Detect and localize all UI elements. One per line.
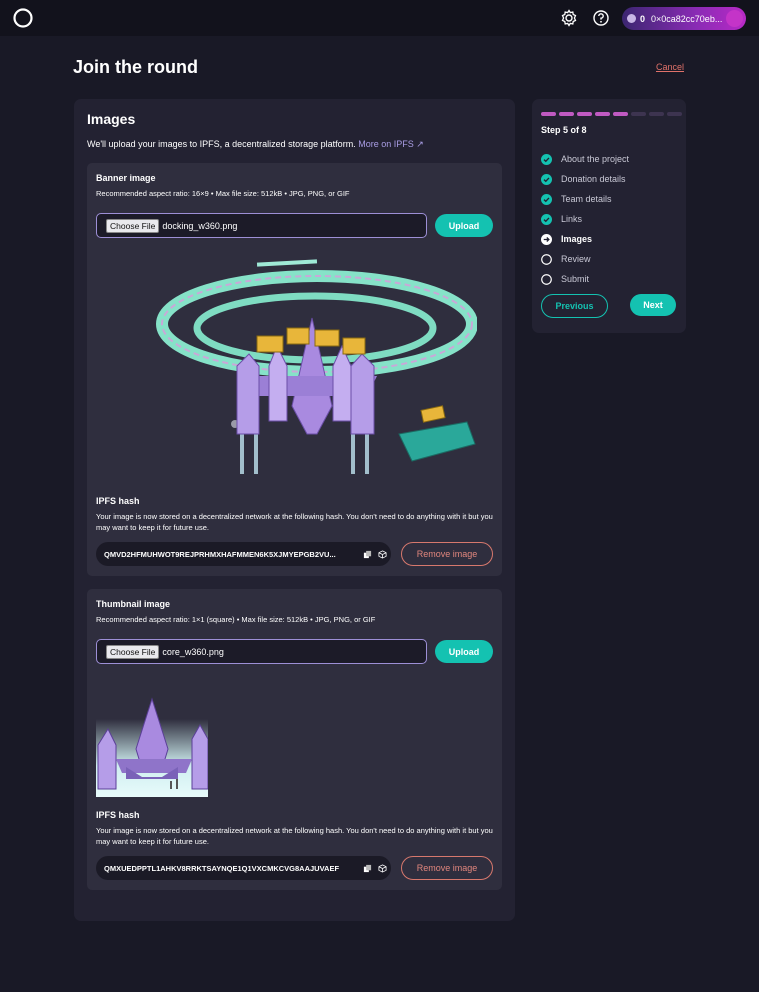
banner-title: Banner image bbox=[96, 173, 156, 183]
step-label: About the project bbox=[561, 154, 630, 164]
banner-choose-file-button[interactable]: Choose File bbox=[106, 218, 160, 233]
copy-icon[interactable] bbox=[363, 864, 372, 873]
banner-image-card: Banner image Recommended aspect ratio: 1… bbox=[87, 163, 502, 576]
progress-bar bbox=[541, 112, 682, 116]
wallet-button[interactable]: 0 0×0ca82cc70eb... bbox=[622, 7, 746, 30]
step-list: About the project Donation details Team de… bbox=[541, 149, 629, 289]
thumbnail-hash-value: QMXUEDPPTL1AHKV8RRKTSAYNQE1Q1VXCMKCVG8AA… bbox=[104, 863, 340, 873]
progress-segment bbox=[631, 112, 646, 116]
step-item: Donation details bbox=[541, 169, 629, 189]
step-item: Images bbox=[541, 229, 629, 249]
more-on-ipfs-link[interactable]: More on IPFS ↗ bbox=[358, 139, 424, 149]
step-counter: Step 5 of 8 bbox=[541, 125, 587, 135]
progress-segment bbox=[541, 112, 556, 116]
banner-file-name: docking_w360.png bbox=[162, 220, 238, 231]
cancel-link[interactable]: Cancel bbox=[656, 62, 684, 72]
step-label: Donation details bbox=[561, 174, 626, 184]
banner-remove-image-button[interactable]: Remove image bbox=[401, 542, 493, 566]
progress-segment bbox=[649, 112, 664, 116]
avatar bbox=[726, 10, 743, 27]
section-title: Images bbox=[87, 111, 136, 127]
help-icon[interactable] bbox=[592, 9, 610, 27]
logo-icon[interactable] bbox=[13, 8, 33, 28]
step-item: About the project bbox=[541, 149, 629, 169]
step-item: Submit bbox=[541, 269, 629, 289]
section-description-text: We'll upload your images to IPFS, a dece… bbox=[87, 139, 356, 149]
progress-segment bbox=[577, 112, 592, 116]
thumbnail-title: Thumbnail image bbox=[96, 599, 171, 609]
banner-hash-value: QMVD2HFMUHWOT9REJPRHMXHAFMMEN6K5XJMYEPGB… bbox=[104, 549, 336, 559]
check-circle-icon bbox=[541, 213, 552, 225]
thumbnail-ipfs-label: IPFS hash bbox=[96, 810, 140, 820]
progress-segment bbox=[595, 112, 610, 116]
thumbnail-choose-file-button[interactable]: Choose File bbox=[106, 644, 160, 659]
check-circle-icon bbox=[541, 153, 552, 165]
thumbnail-file-name: core_w360.png bbox=[162, 646, 224, 657]
step-label: Images bbox=[561, 234, 593, 244]
banner-file-input[interactable]: Choose File docking_w360.png bbox=[96, 213, 427, 238]
banner-image-preview bbox=[156, 259, 477, 474]
previous-button[interactable]: Previous bbox=[541, 294, 608, 318]
arrow-circle-icon bbox=[541, 233, 552, 245]
settings-gear-icon[interactable] bbox=[560, 9, 578, 27]
thumbnail-image-card: Thumbnail image Recommended aspect ratio… bbox=[87, 589, 502, 890]
cube-icon[interactable] bbox=[378, 549, 387, 559]
section-description: We'll upload your images to IPFS, a dece… bbox=[87, 139, 424, 150]
banner-ipfs-label: IPFS hash bbox=[96, 496, 140, 506]
step-label: Links bbox=[561, 214, 583, 224]
banner-hint: Recommended aspect ratio: 16×9 • Max fil… bbox=[96, 189, 350, 198]
banner-upload-button[interactable]: Upload bbox=[435, 214, 493, 237]
banner-ipfs-description: Your image is now stored on a decentrali… bbox=[96, 512, 493, 532]
thumbnail-hint: Recommended aspect ratio: 1×1 (square) •… bbox=[96, 615, 376, 624]
progress-segment bbox=[559, 112, 574, 116]
step-item: Review bbox=[541, 249, 629, 269]
step-label: Review bbox=[561, 254, 591, 264]
empty-circle-icon bbox=[541, 253, 552, 265]
step-label: Submit bbox=[561, 274, 590, 284]
thumbnail-image-preview bbox=[96, 697, 208, 797]
images-form-card: Images We'll upload your images to IPFS,… bbox=[74, 99, 515, 921]
wallet-address: 0×0ca82cc70eb... bbox=[651, 13, 723, 24]
copy-icon[interactable] bbox=[363, 550, 372, 559]
step-item: Team details bbox=[541, 189, 629, 209]
progress-segment bbox=[667, 112, 682, 116]
balance-icon bbox=[627, 14, 636, 23]
check-circle-icon bbox=[541, 173, 552, 185]
top-bar: 0 0×0ca82cc70eb... bbox=[0, 0, 759, 36]
thumbnail-ipfs-description: Your image is now stored on a decentrali… bbox=[96, 826, 493, 846]
stepper-card: Step 5 of 8 About the project Donation de… bbox=[532, 99, 686, 333]
step-label: Team details bbox=[561, 194, 612, 204]
check-circle-icon bbox=[541, 193, 552, 205]
wallet-balance: 0 bbox=[640, 13, 646, 24]
next-button[interactable]: Next bbox=[630, 294, 676, 316]
thumbnail-hash-field: QMXUEDPPTL1AHKV8RRKTSAYNQE1Q1VXCMKCVG8AA… bbox=[96, 856, 391, 880]
empty-circle-icon bbox=[541, 273, 552, 285]
banner-hash-field: QMVD2HFMUHWOT9REJPRHMXHAFMMEN6K5XJMYEPGB… bbox=[96, 542, 391, 566]
page-title: Join the round bbox=[73, 57, 198, 77]
progress-segment bbox=[613, 112, 628, 116]
thumbnail-remove-image-button[interactable]: Remove image bbox=[401, 856, 493, 880]
step-item: Links bbox=[541, 209, 629, 229]
thumbnail-file-input[interactable]: Choose File core_w360.png bbox=[96, 639, 427, 664]
cube-icon[interactable] bbox=[378, 863, 387, 873]
thumbnail-upload-button[interactable]: Upload bbox=[435, 640, 493, 663]
